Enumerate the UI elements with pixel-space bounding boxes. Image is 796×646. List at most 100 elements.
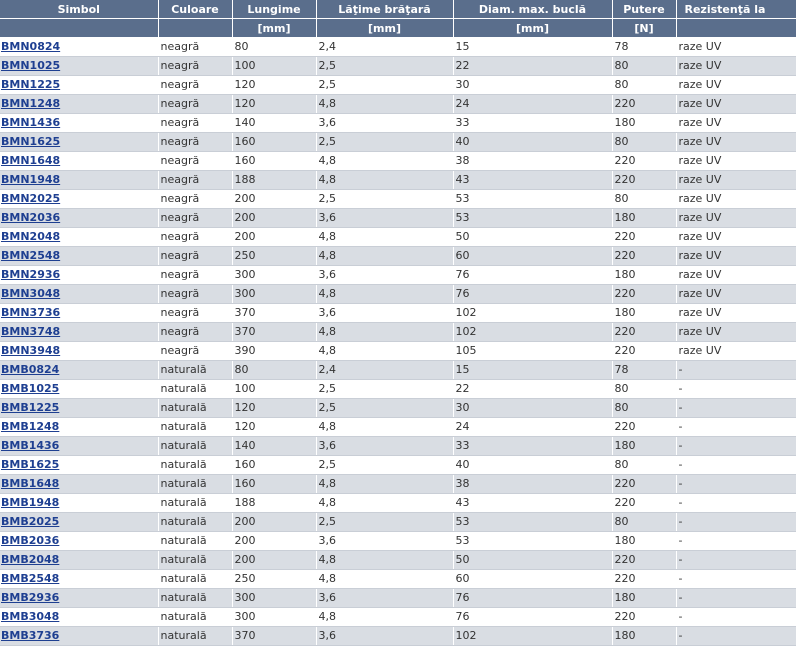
cell-simbol: BMN2048 <box>0 227 159 247</box>
cell-putere: 220 <box>612 493 677 513</box>
cell-latime: 4,8 <box>316 569 454 589</box>
cell-diam: 76 <box>453 588 613 608</box>
cell-simbol: BMN3736 <box>0 303 159 323</box>
product-symbol-link[interactable]: BMB1648 <box>1 477 59 490</box>
product-symbol-link[interactable]: BMN2025 <box>1 192 60 205</box>
product-symbol-link[interactable]: BMN1625 <box>1 135 60 148</box>
cell-lungime: 370 <box>232 322 317 342</box>
cell-rezistenta: raze UV <box>676 151 796 171</box>
cell-latime: 3,6 <box>316 626 454 646</box>
cell-diam: 30 <box>453 75 613 95</box>
cell-lungime: 80 <box>232 37 317 57</box>
product-symbol-link[interactable]: BMB0824 <box>1 363 59 376</box>
product-symbol-link[interactable]: BMN2036 <box>1 211 60 224</box>
cell-putere: 80 <box>612 398 677 418</box>
cell-diam: 22 <box>453 379 613 399</box>
product-symbol-link[interactable]: BMN3748 <box>1 325 60 338</box>
cell-lungime: 100 <box>232 56 317 76</box>
cell-culoare: neagră <box>158 170 233 190</box>
table-row: BMN3748 neagră 370 4,8 102 220 raze UV <box>0 322 796 342</box>
product-symbol-link[interactable]: BMB2025 <box>1 515 59 528</box>
product-symbol-link[interactable]: BMB1625 <box>1 458 59 471</box>
product-symbol-link[interactable]: BMN1948 <box>1 173 60 186</box>
cell-simbol: BMB0824 <box>0 360 159 380</box>
table-row: BMN1025 neagră 100 2,5 22 80 raze UV <box>0 56 796 76</box>
product-symbol-link[interactable]: BMN3948 <box>1 344 60 357</box>
cell-putere: 220 <box>612 284 677 304</box>
cell-diam: 60 <box>453 569 613 589</box>
cell-diam: 15 <box>453 37 613 57</box>
product-symbol-link[interactable]: BMN2048 <box>1 230 60 243</box>
cell-rezistenta: - <box>676 436 796 456</box>
cell-putere: 220 <box>612 151 677 171</box>
cell-culoare: naturală <box>158 436 233 456</box>
product-symbol-link[interactable]: BMB1025 <box>1 382 59 395</box>
product-symbol-link[interactable]: BMB2936 <box>1 591 59 604</box>
cell-putere: 180 <box>612 265 677 285</box>
table-body: BMN0824 neagră 80 2,4 15 78 raze UV BMN1025 neag… <box>0 37 796 646</box>
cell-rezistenta: raze UV <box>676 322 796 342</box>
product-symbol-link[interactable]: BMB2048 <box>1 553 59 566</box>
product-symbol-link[interactable]: BMN2936 <box>1 268 60 281</box>
cell-rezistenta: - <box>676 474 796 494</box>
cell-lungime: 300 <box>232 284 317 304</box>
cell-diam: 22 <box>453 56 613 76</box>
cell-simbol: BMN2036 <box>0 208 159 228</box>
product-symbol-link[interactable]: BMN1248 <box>1 97 60 110</box>
cell-diam: 53 <box>453 189 613 209</box>
cell-diam: 50 <box>453 550 613 570</box>
cell-putere: 80 <box>612 189 677 209</box>
cell-culoare: neagră <box>158 227 233 247</box>
product-symbol-link[interactable]: BMB1248 <box>1 420 59 433</box>
cell-rezistenta: - <box>676 531 796 551</box>
cell-simbol: BMB3736 <box>0 626 159 646</box>
cell-culoare: naturală <box>158 417 233 437</box>
product-symbol-link[interactable]: BMN2548 <box>1 249 60 262</box>
cell-rezistenta: - <box>676 417 796 437</box>
product-symbol-link[interactable]: BMN3736 <box>1 306 60 319</box>
product-symbol-link[interactable]: BMB3048 <box>1 610 59 623</box>
cell-latime: 2,5 <box>316 75 454 95</box>
cell-latime: 3,6 <box>316 303 454 323</box>
product-symbol-link[interactable]: BMB1436 <box>1 439 59 452</box>
cell-lungime: 120 <box>232 398 317 418</box>
cell-diam: 53 <box>453 531 613 551</box>
product-symbol-link[interactable]: BMN1436 <box>1 116 60 129</box>
cell-putere: 220 <box>612 94 677 114</box>
cell-latime: 4,8 <box>316 322 454 342</box>
cell-diam: 53 <box>453 208 613 228</box>
table-row: BMB0824 naturală 80 2,4 15 78- <box>0 360 796 380</box>
cell-diam: 43 <box>453 170 613 190</box>
product-symbol-link[interactable]: BMN1225 <box>1 78 60 91</box>
cell-rezistenta: - <box>676 626 796 646</box>
product-symbol-link[interactable]: BMB2036 <box>1 534 59 547</box>
product-symbol-link[interactable]: BMN3048 <box>1 287 60 300</box>
product-symbol-link[interactable]: BMB3736 <box>1 629 59 642</box>
table-row: BMN2548 neagră 250 4,8 60 220 raze UV <box>0 246 796 266</box>
cell-simbol: BMB2048 <box>0 550 159 570</box>
cell-culoare: neagră <box>158 208 233 228</box>
cell-simbol: BMN2936 <box>0 265 159 285</box>
cell-lungime: 200 <box>232 512 317 532</box>
cell-simbol: BMB1225 <box>0 398 159 418</box>
product-symbol-link[interactable]: BMN1025 <box>1 59 60 72</box>
cell-latime: 2,5 <box>316 512 454 532</box>
product-symbol-link[interactable]: BMB1948 <box>1 496 59 509</box>
unit-putere: [N] <box>612 18 677 38</box>
cell-putere: 180 <box>612 208 677 228</box>
product-symbol-link[interactable]: BMN0824 <box>1 40 60 53</box>
cell-lungime: 300 <box>232 588 317 608</box>
cell-latime: 4,8 <box>316 607 454 627</box>
product-symbol-link[interactable]: BMB1225 <box>1 401 59 414</box>
cell-latime: 3,6 <box>316 208 454 228</box>
cell-culoare: naturală <box>158 588 233 608</box>
header-latime: Lăţime brăţară <box>316 0 454 19</box>
product-symbol-link[interactable]: BMB2548 <box>1 572 59 585</box>
cell-diam: 33 <box>453 436 613 456</box>
cell-latime: 4,8 <box>316 341 454 361</box>
table-row: BMB1225 naturală 120 2,5 30 80- <box>0 398 796 418</box>
cell-rezistenta: - <box>676 398 796 418</box>
cell-simbol: BMN1648 <box>0 151 159 171</box>
product-symbol-link[interactable]: BMN1648 <box>1 154 60 167</box>
cell-rezistenta: raze UV <box>676 303 796 323</box>
